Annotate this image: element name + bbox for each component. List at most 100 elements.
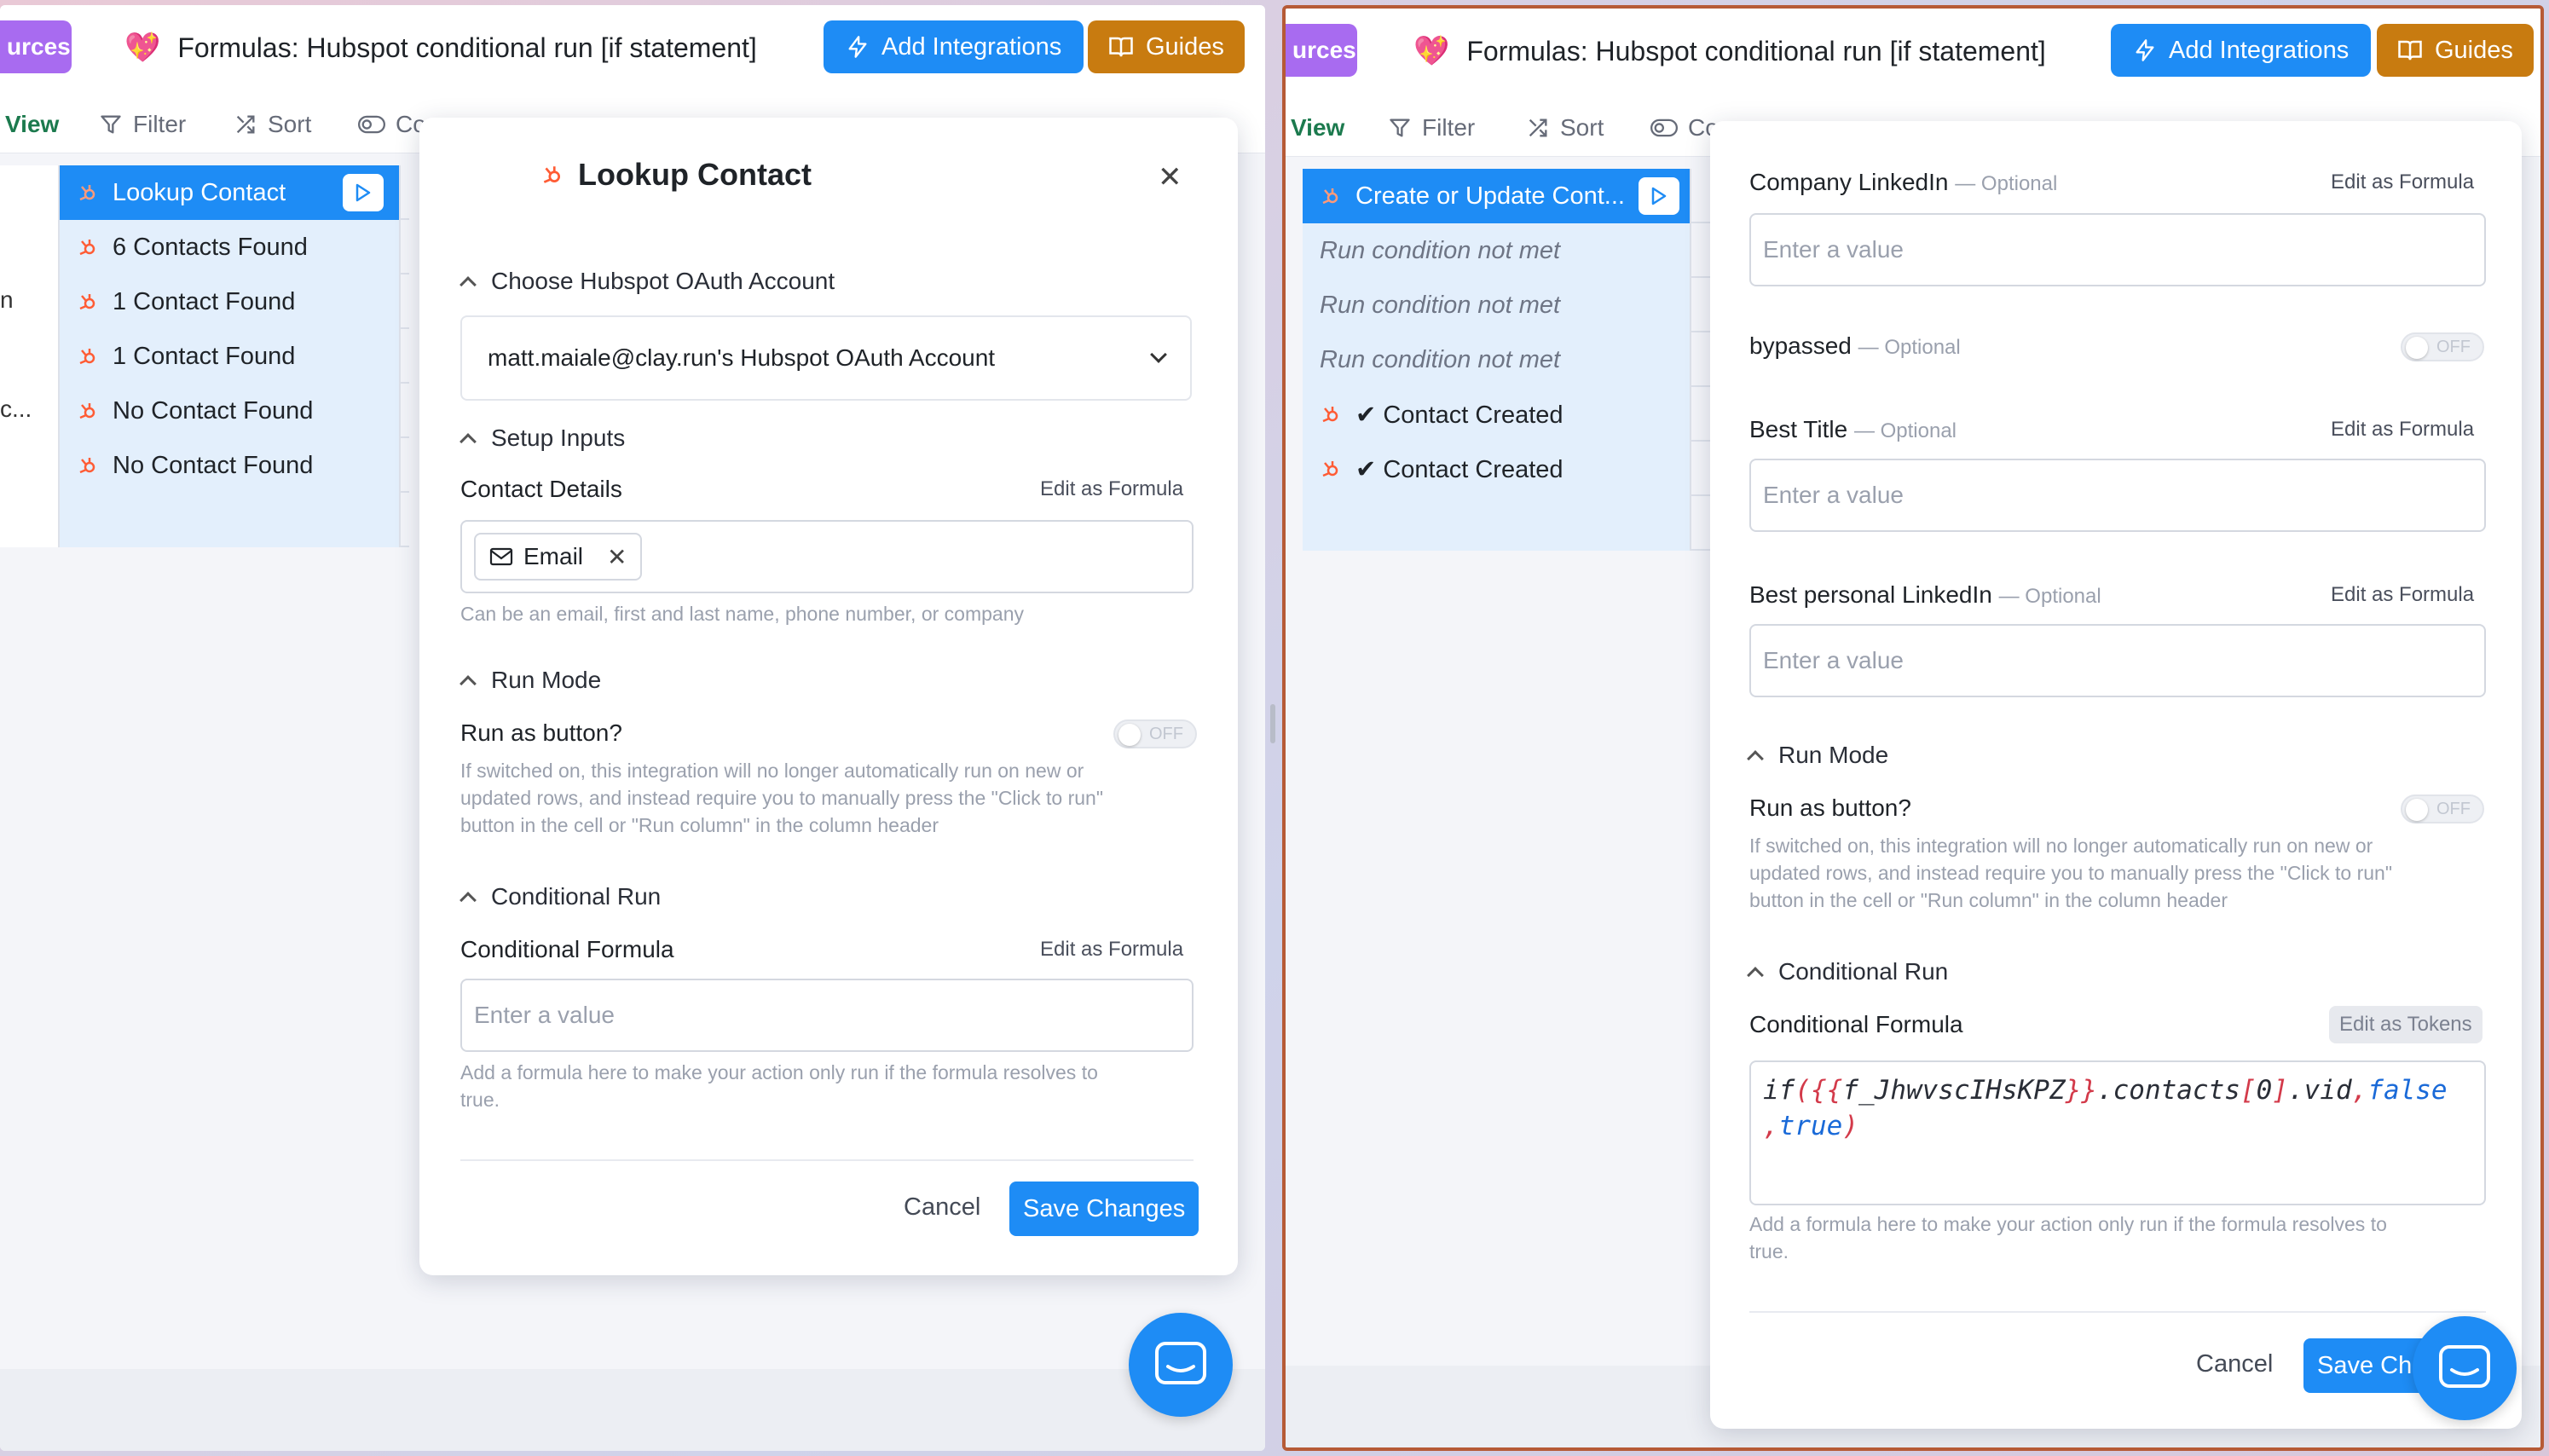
- table-row: 1 Contact Found: [0, 329, 409, 384]
- account-select[interactable]: matt.maiale@clay.run's Hubspot OAuth Acc…: [460, 315, 1192, 401]
- top-bar: urces 💖 Formulas: Hubspot conditional ru…: [1286, 9, 2540, 97]
- heart-emoji-icon: 💖: [1413, 35, 1450, 67]
- run-column-button[interactable]: [343, 174, 384, 211]
- filter-icon: [101, 115, 121, 134]
- toggle-icon: [358, 115, 385, 134]
- email-token[interactable]: Email ✕: [474, 533, 643, 581]
- sources-button[interactable]: urces: [0, 20, 72, 73]
- sort-button[interactable]: Sort: [1526, 114, 1604, 142]
- conditional-formula-editor[interactable]: if({{f_JhwvscIHsKPZ}}.contacts[0].vid,fa…: [1749, 1060, 2486, 1205]
- best-title-input[interactable]: Enter a value: [1749, 459, 2486, 532]
- table-cell[interactable]: No Contact Found: [60, 384, 401, 438]
- conditional-help: Add a formula here to make your action o…: [1749, 1213, 2387, 1262]
- table-cell[interactable]: Run condition not met: [1303, 278, 1691, 332]
- table-cell[interactable]: 1 Contact Found: [60, 329, 401, 384]
- edit-as-formula-link[interactable]: Edit as Formula: [2331, 583, 2474, 607]
- table-row: 6 Contacts Found: [0, 220, 409, 274]
- table-cell[interactable]: [1303, 496, 1691, 551]
- conditional-formula-label: Conditional Formula: [460, 936, 674, 962]
- sources-button[interactable]: urces: [1286, 24, 1357, 77]
- table-cell[interactable]: 1 Contact Found: [60, 274, 401, 329]
- divider: [460, 1159, 1194, 1161]
- chevron-up-icon: [1747, 750, 1764, 767]
- edit-as-tokens-button[interactable]: Edit as Tokens: [2329, 1006, 2483, 1043]
- sort-icon: [1529, 118, 1547, 137]
- chat-icon: [1155, 1342, 1206, 1384]
- bypassed-toggle[interactable]: OFF: [2401, 332, 2484, 361]
- edit-as-formula-link[interactable]: Edit as Formula: [2331, 418, 2474, 442]
- edit-as-formula-link[interactable]: Edit as Formula: [1040, 938, 1183, 962]
- table-cell[interactable]: 6 Contacts Found: [60, 220, 401, 274]
- section-run-mode[interactable]: Run Mode: [460, 667, 601, 694]
- right-window: urces 💖 Formulas: Hubspot conditional ru…: [1282, 5, 2544, 1451]
- close-icon[interactable]: ✕: [1158, 160, 1182, 194]
- table-row: n 1 Contact Found: [0, 274, 409, 329]
- run-mode-help: If switched on, this integration will no…: [1749, 835, 2393, 911]
- column-header-create-or-update-contact[interactable]: Create or Update Cont...: [1303, 169, 1691, 223]
- edit-as-formula-link[interactable]: Edit as Formula: [2331, 170, 2474, 194]
- run-as-button-toggle[interactable]: OFF: [1113, 719, 1197, 748]
- table-row: c... No Contact Found: [0, 384, 409, 438]
- divider: [1749, 1311, 2486, 1313]
- save-changes-button[interactable]: Save Changes: [1009, 1182, 1199, 1236]
- table-cell[interactable]: Run condition not met: [1303, 332, 1691, 387]
- hubspot-icon: [79, 240, 95, 256]
- remove-token-icon[interactable]: ✕: [607, 543, 627, 571]
- run-as-button-toggle[interactable]: OFF: [2401, 794, 2484, 823]
- section-conditional-run[interactable]: Conditional Run: [1747, 958, 1948, 985]
- edit-as-formula-link[interactable]: Edit as Formula: [1040, 477, 1183, 501]
- chat-launcher-button[interactable]: [1129, 1313, 1233, 1417]
- table-title: 💖 Formulas: Hubspot conditional run [if …: [1413, 34, 2046, 68]
- columns-button[interactable]: Co: [1650, 114, 1719, 142]
- section-run-mode[interactable]: Run Mode: [1747, 742, 1888, 769]
- columns-button[interactable]: Co: [358, 111, 426, 138]
- table-title: 💖 Formulas: Hubspot conditional run [if …: [124, 31, 757, 65]
- run-as-button-label: Run as button?: [460, 719, 622, 746]
- hubspot-icon: [79, 294, 95, 310]
- company-linkedin-input[interactable]: Enter a value: [1749, 213, 2486, 286]
- section-account[interactable]: Choose Hubspot OAuth Account: [460, 268, 835, 295]
- view-button[interactable]: View: [5, 111, 59, 138]
- table-cell[interactable]: No Contact Found: [60, 438, 401, 493]
- section-setup-inputs[interactable]: Setup Inputs: [460, 425, 625, 452]
- hubspot-icon: [1322, 188, 1338, 205]
- table-row: [0, 493, 409, 547]
- conditional-formula-input[interactable]: Enter a value: [460, 979, 1194, 1052]
- cancel-button[interactable]: Cancel: [904, 1193, 980, 1222]
- guides-button[interactable]: Guides: [1088, 20, 1245, 73]
- hubspot-icon: [1322, 407, 1338, 423]
- table-cell[interactable]: ✔ Contact Created: [1303, 387, 1691, 442]
- table-cell[interactable]: ✔ Contact Created: [1303, 442, 1691, 496]
- contact-details-input[interactable]: Email ✕: [460, 520, 1194, 593]
- hubspot-icon: [79, 185, 95, 201]
- run-as-button-label: Run as button?: [1749, 794, 1911, 821]
- play-icon: [1651, 187, 1667, 205]
- sort-icon: [236, 115, 255, 134]
- table-row: Run condition not met: [1303, 223, 1712, 278]
- bypassed-label: bypassed — Optional: [1749, 332, 1961, 359]
- cancel-button[interactable]: Cancel: [2196, 1350, 2273, 1378]
- filter-button[interactable]: Filter: [1388, 114, 1475, 142]
- guides-button[interactable]: Guides: [2377, 24, 2534, 77]
- table-cell[interactable]: Run condition not met: [1303, 223, 1691, 278]
- top-bar: urces 💖 Formulas: Hubspot conditional ru…: [0, 5, 1265, 94]
- filter-button[interactable]: Filter: [99, 111, 186, 138]
- add-integrations-button[interactable]: Add Integrations: [2111, 24, 2372, 77]
- view-button[interactable]: View: [1291, 114, 1344, 142]
- section-conditional-run[interactable]: Conditional Run: [460, 883, 661, 910]
- panel-splitter-handle[interactable]: [1270, 704, 1275, 743]
- company-linkedin-label: Company LinkedIn — Optional: [1749, 169, 2058, 195]
- sort-button[interactable]: Sort: [234, 111, 311, 138]
- chevron-up-icon: [1747, 967, 1764, 984]
- page-title: Formulas: Hubspot conditional run [if st…: [177, 32, 757, 63]
- chat-launcher-button[interactable]: [2413, 1316, 2517, 1420]
- mail-icon: [489, 547, 513, 566]
- run-column-button[interactable]: [1639, 177, 1679, 215]
- hubspot-icon: [1322, 461, 1338, 477]
- hubspot-icon: [79, 403, 95, 419]
- table-cell[interactable]: [60, 493, 401, 547]
- bolt-icon: [2136, 39, 2154, 61]
- add-integrations-button[interactable]: Add Integrations: [824, 20, 1084, 73]
- conditional-help: Add a formula here to make your action o…: [460, 1061, 1098, 1111]
- best-personal-linkedin-input[interactable]: Enter a value: [1749, 624, 2486, 697]
